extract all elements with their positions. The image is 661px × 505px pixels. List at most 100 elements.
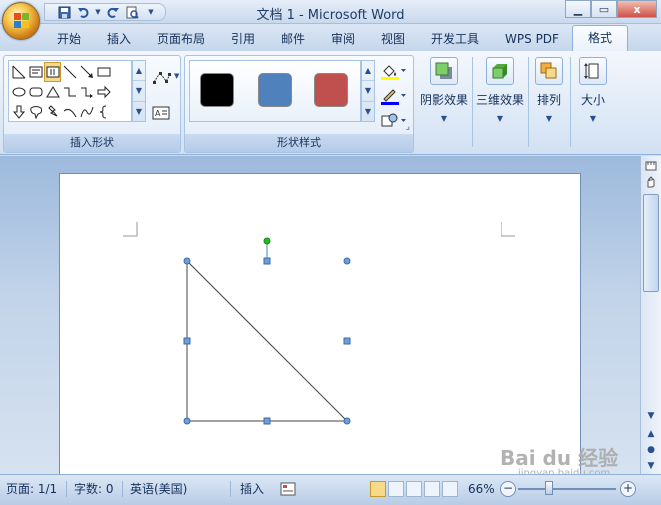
down-arrow-shape-icon[interactable]: [10, 102, 27, 122]
minimize-button[interactable]: ▁: [565, 0, 591, 18]
insert-mode-indicator[interactable]: 插入: [240, 480, 264, 498]
callout-shape-icon[interactable]: [27, 102, 44, 122]
size-dropdown-icon: ▼: [589, 114, 597, 123]
scroll-thumb[interactable]: [643, 194, 659, 292]
macro-record-icon[interactable]: [280, 481, 296, 500]
vertical-textbox-shape-icon[interactable]: [44, 62, 61, 82]
ruler-toggle-icon[interactable]: [643, 158, 659, 174]
textbox-shape-icon[interactable]: [27, 62, 44, 82]
arrange-label: 排列: [536, 93, 561, 107]
tab-wps-pdf[interactable]: WPS PDF: [498, 29, 566, 49]
maximize-button[interactable]: ▭: [591, 0, 617, 18]
next-page-icon[interactable]: ▼: [643, 458, 659, 474]
style-scroll-up-icon[interactable]: ▲: [362, 61, 374, 82]
3d-effects-label: 三维效果: [475, 93, 524, 107]
scroll-down-icon[interactable]: ▼: [133, 81, 145, 102]
edit-shape-icon[interactable]: [152, 70, 172, 87]
right-arrow-shape-icon[interactable]: [95, 82, 112, 102]
close-button[interactable]: x: [617, 0, 657, 18]
zoom-slider-thumb[interactable]: [545, 481, 553, 495]
zoom-out-button[interactable]: −: [500, 481, 516, 497]
lightning-shape-icon[interactable]: [44, 102, 61, 122]
shape-outline-button[interactable]: [381, 87, 407, 108]
line-shape-icon[interactable]: [10, 62, 27, 82]
handle-bottom-middle: [263, 417, 271, 425]
page-indicator[interactable]: 页面: 1/1: [6, 480, 57, 498]
style-swatch-black[interactable]: [200, 73, 234, 107]
full-screen-reading-view-button[interactable]: [388, 481, 404, 497]
shapes-gallery: [8, 60, 132, 122]
document-area: [0, 156, 640, 493]
edit-shape-dropdown-icon[interactable]: ▼: [174, 72, 179, 80]
baidu-watermark: Bai du 经验 jingyan.baidu.com: [500, 442, 618, 479]
tab-insert[interactable]: 插入: [100, 29, 138, 49]
curve-shape-icon[interactable]: [78, 102, 95, 122]
change-shape-button[interactable]: [381, 112, 407, 131]
3d-effects-button[interactable]: 三维效果 ▼: [474, 53, 526, 149]
triangle-shape-icon[interactable]: [44, 82, 61, 102]
handle-top-right: [343, 257, 351, 265]
shape-fill-button[interactable]: [381, 62, 407, 83]
shape-style-gallery: [189, 60, 361, 122]
insert-shapes-group: ▲ ▼ ▼ ▼ A 插入形状: [3, 55, 181, 153]
office-button[interactable]: [2, 2, 40, 40]
arrange-icon: [535, 57, 563, 85]
vertical-scrollbar[interactable]: ▼ ▲ ● ▼: [640, 156, 661, 474]
tab-references[interactable]: 引用: [224, 29, 262, 49]
divider: [66, 481, 67, 497]
shadow-effects-label: 阴影效果: [419, 93, 468, 107]
maximize-icon: ▭: [598, 2, 610, 16]
text-box-icon[interactable]: A: [152, 106, 170, 123]
style-swatch-red[interactable]: [314, 73, 348, 107]
rectangle-shape-icon[interactable]: [95, 62, 112, 82]
more-shapes-icon[interactable]: ▼: [133, 102, 145, 121]
size-button[interactable]: 大小 ▼: [574, 53, 612, 149]
insert-shapes-label: 插入形状: [4, 134, 180, 152]
hand-icon[interactable]: [643, 174, 659, 190]
tab-review[interactable]: 审阅: [324, 29, 362, 49]
zoom-slider-track[interactable]: [518, 488, 616, 490]
size-label: 大小: [580, 93, 605, 107]
divider: [570, 57, 571, 147]
draft-view-button[interactable]: [442, 481, 458, 497]
select-browse-object-icon[interactable]: ●: [643, 442, 659, 458]
rounded-rectangle-shape-icon[interactable]: [27, 82, 44, 102]
ribbon-tabs: 开始 插入 页面布局 引用 邮件 审阅 视图 开发工具 WPS PDF 格式: [0, 24, 661, 51]
style-gallery-scroll: ▲ ▼ ▼: [361, 60, 375, 122]
zoom-in-button[interactable]: +: [620, 481, 636, 497]
minimize-icon: ▁: [573, 2, 583, 16]
tab-view[interactable]: 视图: [374, 29, 412, 49]
tab-page-layout[interactable]: 页面布局: [150, 29, 212, 49]
style-scroll-down-icon[interactable]: ▼: [362, 81, 374, 102]
elbow-connector-icon[interactable]: [61, 82, 78, 102]
line-icon[interactable]: [61, 62, 78, 82]
office-logo-icon: [14, 13, 30, 29]
language-indicator[interactable]: 英语(美国): [130, 480, 187, 498]
right-triangle: [186, 259, 349, 422]
style-more-icon[interactable]: ▼: [362, 102, 374, 121]
dialog-launcher-icon[interactable]: ⌟: [406, 122, 410, 132]
arrange-button[interactable]: 排列 ▼: [530, 53, 568, 149]
arc-shape-icon[interactable]: [61, 102, 78, 122]
3d-effects-icon: [486, 57, 514, 85]
arrow-line-icon[interactable]: [78, 62, 95, 82]
scroll-down-arrow-icon[interactable]: ▼: [643, 408, 659, 424]
tab-developer[interactable]: 开发工具: [424, 29, 486, 49]
print-layout-view-button[interactable]: [370, 481, 386, 497]
tab-home[interactable]: 开始: [50, 29, 88, 49]
divider: [472, 57, 473, 147]
outline-view-button[interactable]: [424, 481, 440, 497]
tab-format[interactable]: 格式: [572, 25, 628, 51]
tab-mailings[interactable]: 邮件: [274, 29, 312, 49]
zoom-level[interactable]: 66%: [468, 480, 495, 498]
previous-page-icon[interactable]: ▲: [643, 426, 659, 442]
shadow-effects-button[interactable]: 阴影效果 ▼: [418, 53, 470, 149]
web-layout-view-button[interactable]: [406, 481, 422, 497]
elbow-arrow-connector-icon[interactable]: [78, 82, 95, 102]
oval-shape-icon[interactable]: [10, 82, 27, 102]
size-icon: [579, 57, 607, 85]
word-count[interactable]: 字数: 0: [74, 480, 114, 498]
brace-shape-icon[interactable]: [95, 102, 112, 122]
scroll-up-icon[interactable]: ▲: [133, 61, 145, 82]
style-swatch-blue[interactable]: [258, 73, 292, 107]
